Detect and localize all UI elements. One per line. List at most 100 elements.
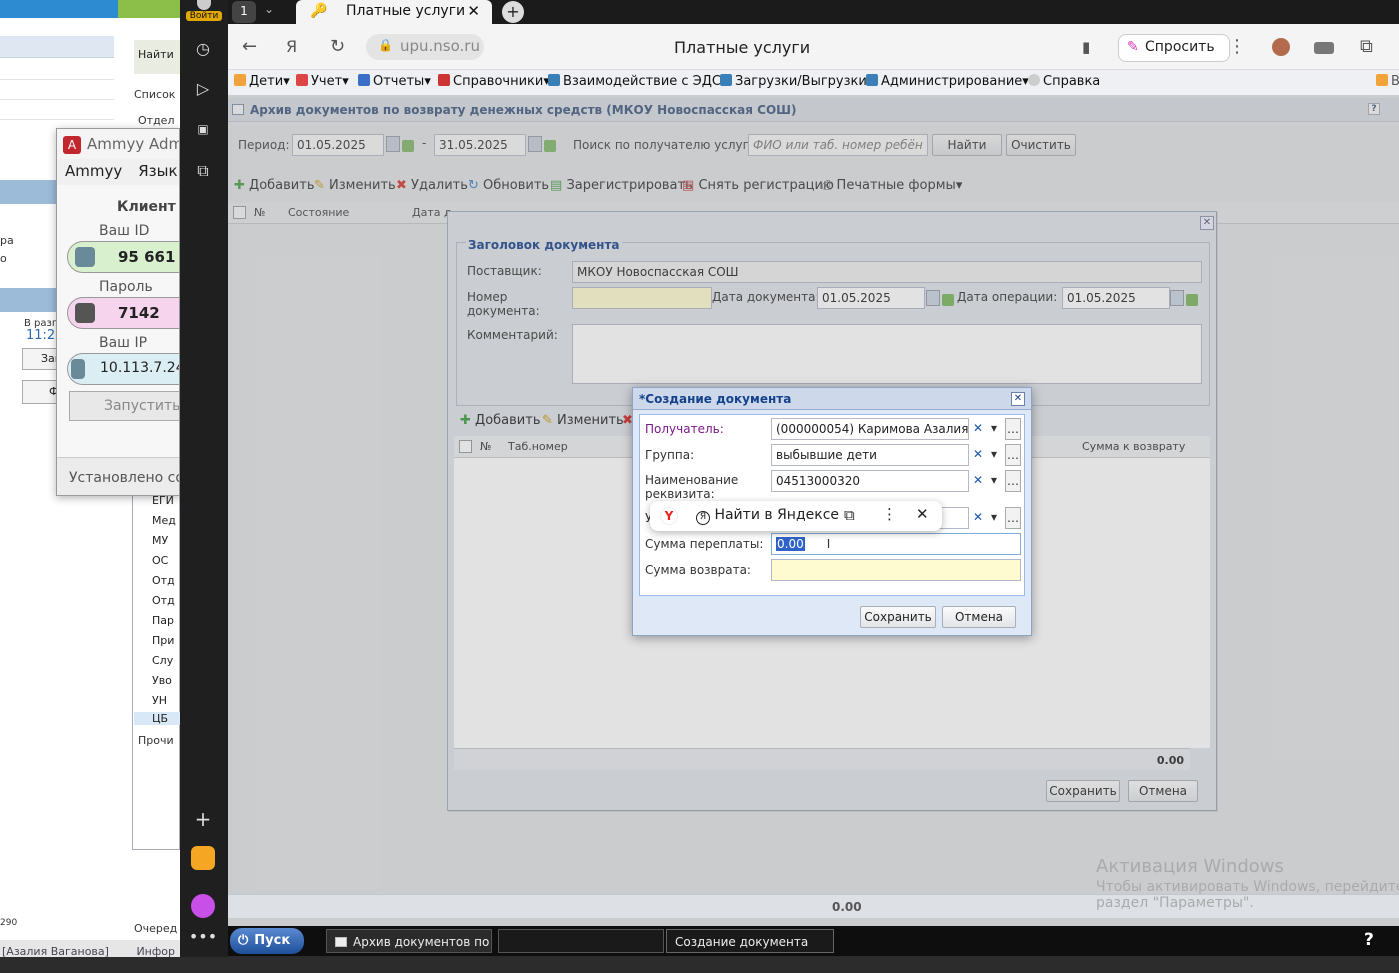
tab-number-icon[interactable]: ▣ <box>188 114 218 144</box>
ammyy-menu-item[interactable]: Ammyy <box>65 162 122 180</box>
taskbar: ⏻ Пуск Архив документов по во... Создание… <box>228 926 1399 956</box>
url-field[interactable]: 🔒 upu.nso.ru <box>366 34 484 60</box>
menu-extra[interactable]: В <box>1376 74 1399 89</box>
login-button[interactable]: Войти <box>186 0 222 22</box>
more-icon[interactable]: ••• <box>188 922 218 952</box>
tree-item-selected[interactable]: ЦБ <box>134 712 180 725</box>
group-combo[interactable]: выбывшие дети <box>771 444 969 466</box>
bg-other-label: Прочи <box>138 734 174 747</box>
close-icon[interactable]: ✕ <box>467 2 480 20</box>
refund-field[interactable] <box>771 559 1021 581</box>
recipient-combo[interactable]: (000000054) Каримова Азалия Шаг <box>771 418 969 440</box>
tab-active[interactable]: 🔑 Платные услуги ✕ <box>296 0 492 24</box>
overpay-field[interactable]: 0.00 I <box>771 533 1021 555</box>
lock-icon <box>75 303 95 323</box>
tab-bar: 1 ⌄ 🔑 Платные услуги ✕ + <box>228 0 1399 24</box>
tree-item[interactable]: Мед <box>152 514 176 527</box>
close-icon[interactable]: ✕ <box>916 505 929 523</box>
tree-item[interactable]: МУ <box>152 534 168 547</box>
menu-uploads[interactable]: Загрузки/Выгрузки▾ <box>720 74 873 89</box>
chevron-down-icon[interactable]: ▾ <box>987 418 1001 440</box>
copy-icon[interactable]: ⧉ <box>844 506 855 524</box>
clear-x-icon[interactable]: ✕ <box>971 444 985 466</box>
bg-dept-label: Отдел <box>138 114 175 127</box>
task-empty[interactable] <box>498 929 664 953</box>
yandex-icon[interactable]: Я <box>286 37 297 56</box>
dialog-cancel-button[interactable]: Отмена <box>942 606 1016 628</box>
start-button[interactable]: ⏻ Пуск <box>230 928 304 954</box>
selection-popup: Y Я Найти в Яндексе ⧉ ⋮ ✕ <box>650 501 942 531</box>
collections-icon[interactable]: ⧉ <box>1360 36 1373 57</box>
tree-item[interactable]: При <box>152 634 174 647</box>
clear-x-icon[interactable]: ✕ <box>971 470 985 492</box>
menu-eds[interactable]: Взаимодействие с ЭДС▾ <box>548 74 728 89</box>
ellipsis-icon[interactable]: … <box>1005 444 1021 466</box>
ammyy-start-button[interactable]: Запустить <box>69 391 180 421</box>
ammyy-ip-label: Ваш IP <box>99 335 148 351</box>
clear-x-icon[interactable]: ✕ <box>971 507 985 529</box>
reload-icon[interactable]: ↻ <box>330 36 345 57</box>
more-vertical-icon[interactable]: ⋮ <box>882 505 897 523</box>
task-create-document[interactable]: Создание документа <box>666 929 834 953</box>
ellipsis-icon[interactable]: … <box>1005 507 1021 529</box>
extension-icon[interactable] <box>1272 38 1290 56</box>
ammyy-start-label: Запустить <box>104 398 180 414</box>
bg-side-text: о <box>0 252 7 265</box>
tree-item[interactable]: Уво <box>152 674 172 687</box>
ammyy-id-value: 95 661 <box>118 248 176 266</box>
app-menu: Дети▾ Учет▾ Отчеты▾ Справочники▾ Взаимод… <box>228 70 1399 96</box>
ask-button[interactable]: ✎ Спросить <box>1118 34 1230 62</box>
ammyy-menu-item[interactable]: Язык <box>138 162 177 180</box>
history-icon[interactable]: ◷ <box>188 34 218 64</box>
bg-find-box[interactable]: Найти <box>134 40 180 74</box>
add-icon[interactable]: + <box>188 804 218 834</box>
bookmark-icon[interactable]: ▮ <box>1082 38 1090 56</box>
ellipsis-icon[interactable]: … <box>1005 418 1021 440</box>
clear-x-icon[interactable]: ✕ <box>971 418 985 440</box>
alice-icon[interactable] <box>191 894 215 918</box>
menu-help[interactable]: Справка <box>1028 74 1100 89</box>
extension-icon[interactable] <box>1314 42 1334 54</box>
menu-label: Справочники <box>453 74 544 89</box>
tree-item[interactable]: Пар <box>152 614 174 627</box>
tree-item[interactable]: Слу <box>152 654 173 667</box>
menu-reports[interactable]: Отчеты▾ <box>358 74 431 89</box>
ellipsis-icon[interactable]: … <box>1005 470 1021 492</box>
task-label: Архив документов по во... <box>353 935 491 949</box>
search-yandex-button[interactable]: Я Найти в Яндексе <box>696 507 839 525</box>
tree-item[interactable]: Отд <box>152 594 175 607</box>
tree-item[interactable]: ОС <box>152 554 168 567</box>
screenshot-icon[interactable]: ⧉ <box>188 156 218 186</box>
close-icon[interactable]: ✕ <box>1011 392 1025 406</box>
menu-accounting[interactable]: Учет▾ <box>296 74 349 89</box>
help-icon[interactable]: ? <box>1364 930 1374 950</box>
ammyy-logo-icon: A <box>63 135 81 154</box>
play-icon[interactable]: ▷ <box>188 74 218 104</box>
requisite-combo[interactable]: 04513000320 <box>771 470 969 492</box>
children-icon <box>234 74 246 86</box>
chevron-down-icon[interactable]: ⌄ <box>264 2 274 16</box>
tab-count[interactable]: 1 <box>232 1 256 23</box>
help-icon <box>1028 74 1040 86</box>
tree-item[interactable]: Отд <box>152 574 175 587</box>
dialog-save-button[interactable]: Сохранить <box>860 606 936 628</box>
back-icon[interactable]: ← <box>242 36 257 57</box>
bg-panel-head <box>0 36 114 58</box>
menu-dots-icon[interactable]: ⋮ <box>1228 36 1246 57</box>
menu-children[interactable]: Дети▾ <box>234 74 290 89</box>
mail-icon[interactable] <box>191 846 215 870</box>
menu-references[interactable]: Справочники▾ <box>438 74 550 89</box>
menu-admin[interactable]: Администрирование▾ <box>866 74 1029 89</box>
tree-item[interactable]: УН <box>152 694 167 707</box>
task-archive[interactable]: Архив документов по во... <box>326 929 492 953</box>
menu-label: Дети <box>249 74 284 89</box>
chevron-down-icon[interactable]: ▾ <box>987 470 1001 492</box>
search-yandex-label: Найти в Яндексе <box>714 507 840 523</box>
ammyy-ip-value: 10.113.7.24 <box>100 360 180 376</box>
chevron-down-icon[interactable]: ▾ <box>987 444 1001 466</box>
overpay-selected-text: 0.00 <box>776 537 805 551</box>
ya-search-icon: Я <box>696 511 710 525</box>
url-text: upu.nso.ru <box>400 37 480 55</box>
chevron-down-icon[interactable]: ▾ <box>987 507 1001 529</box>
new-tab-icon[interactable]: + <box>502 1 524 23</box>
